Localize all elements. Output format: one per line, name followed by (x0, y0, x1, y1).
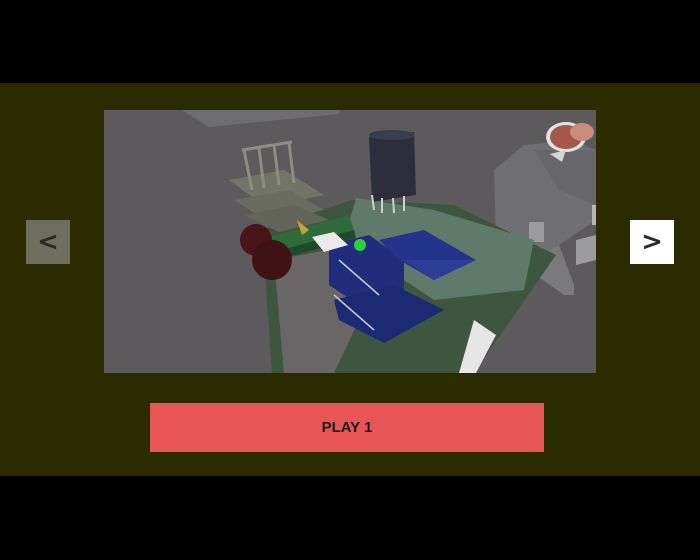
level-select-panel: < > PLAY 1 (0, 83, 700, 476)
level-preview (104, 110, 596, 373)
previous-level-button[interactable]: < (26, 220, 70, 264)
chevron-right-icon: > (641, 227, 663, 257)
chevron-left-icon: < (37, 227, 59, 257)
level-select-screen: < > PLAY 1 (0, 0, 700, 560)
play-level-button[interactable]: PLAY 1 (150, 403, 544, 452)
play-level-label: PLAY 1 (321, 419, 373, 436)
next-level-button[interactable]: > (630, 220, 674, 264)
player-ball (354, 239, 366, 251)
level-preview-scene (104, 110, 596, 373)
